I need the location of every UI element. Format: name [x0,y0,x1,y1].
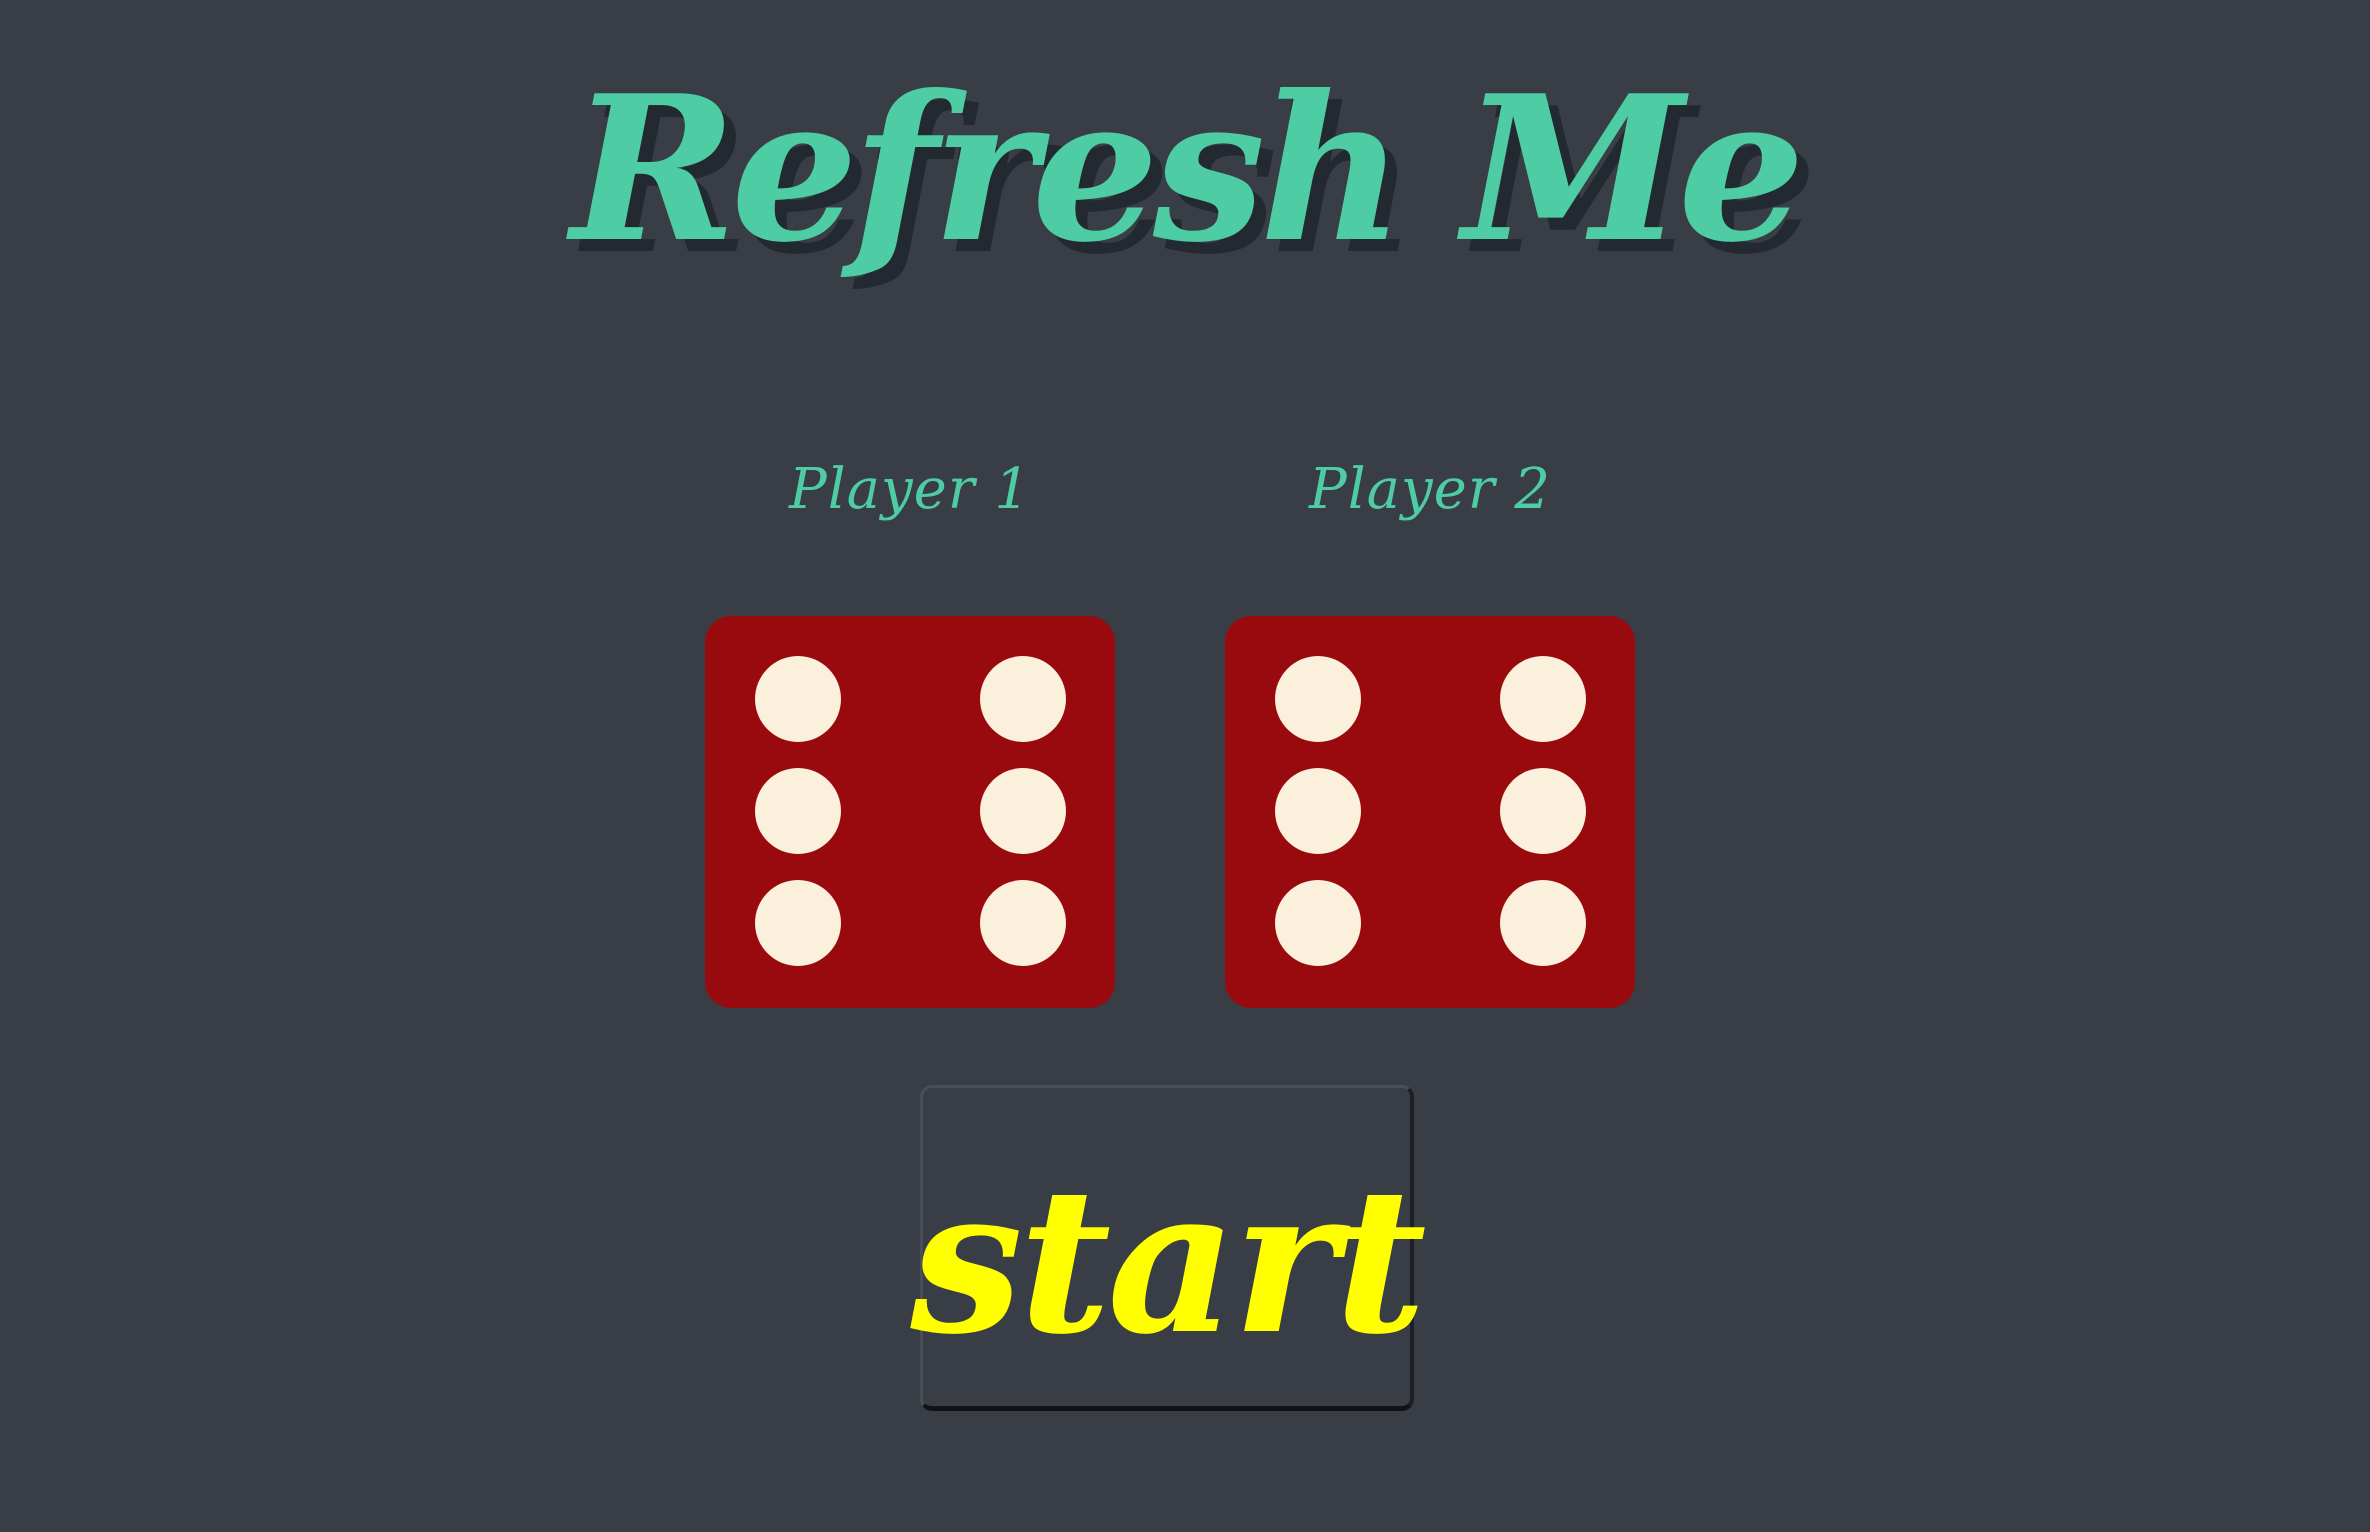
die-pip [1500,656,1586,742]
die-pip [755,768,841,854]
player-1-panel: Player 1 [705,420,1115,1020]
die-pip [755,880,841,966]
die-pip [980,656,1066,742]
die-pip [755,656,841,742]
player-1-label: Player 1 [789,457,1031,522]
player-1-die [705,616,1115,1008]
player-2-label: Player 2 [1309,457,1551,522]
die-pip [980,768,1066,854]
die-pip [1275,656,1361,742]
player-2-panel: Player 2 [1225,420,1635,1020]
die-pip [1275,768,1361,854]
start-button[interactable]: start [910,1085,1427,1411]
die-pip [980,880,1066,966]
player-2-die [1225,616,1635,1008]
game-title: Refresh Me [570,52,1805,287]
die-pip [1500,768,1586,854]
die-pip [1500,880,1586,966]
start-button-label: start [910,1144,1426,1379]
die-pip [1275,880,1361,966]
